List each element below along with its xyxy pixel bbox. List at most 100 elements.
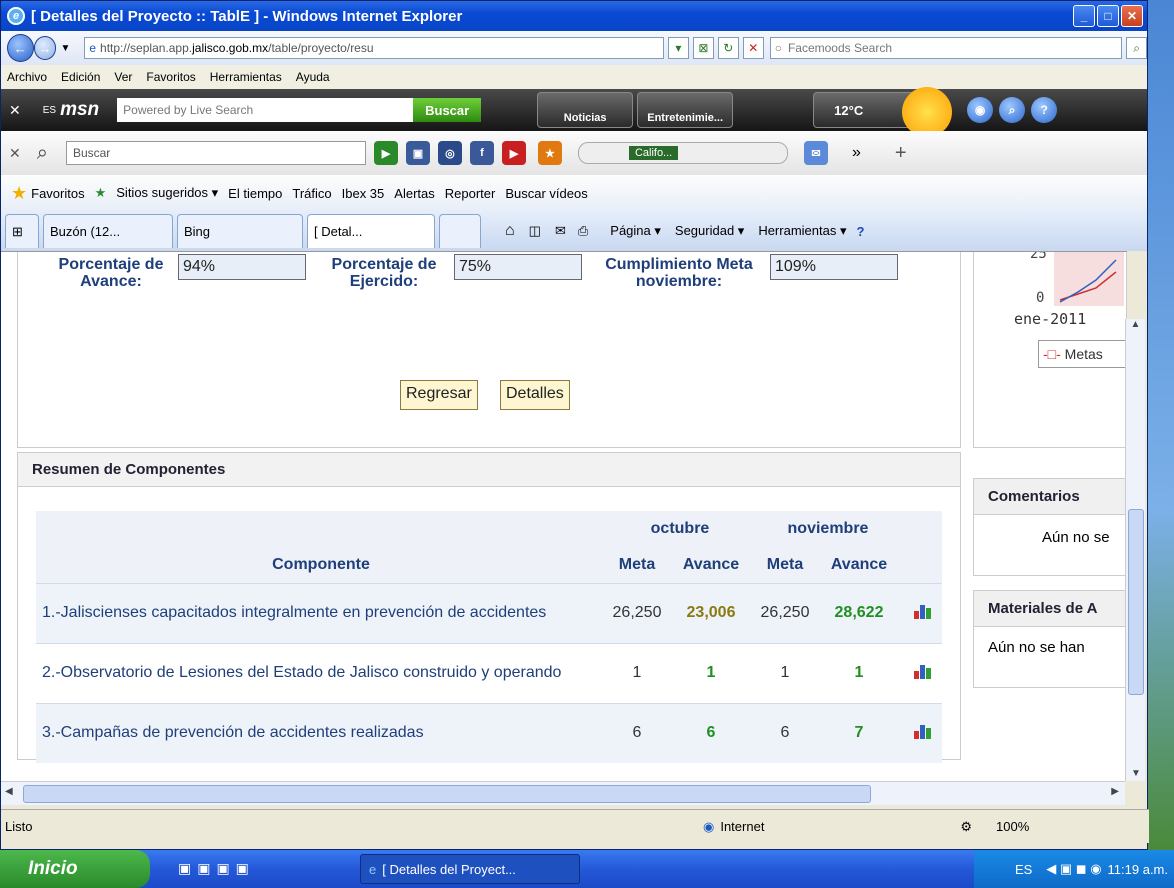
print-icon[interactable]: ⎙ [578,223,588,239]
bar-chart-icon[interactable] [913,663,931,679]
stop-icon[interactable]: ✕ [742,37,764,59]
vertical-scrollbar[interactable]: ▲ ▼ [1125,319,1145,781]
add-favorite-icon[interactable]: ★ [95,185,107,201]
toolbar-search-input[interactable]: Buscar [65,141,366,165]
tab-buzon[interactable]: Buzón (12... [43,214,173,248]
back-button[interactable]: ← [7,34,34,62]
command-pagina[interactable]: Página ▾ [610,223,661,239]
component-name[interactable]: 3.-Campañas de prevención de accidentes … [36,702,606,763]
weather-widget[interactable]: 12°C [813,87,953,137]
quick-tabs-icon[interactable]: ⊞ [5,214,39,248]
youtube-icon[interactable]: ▶ [501,141,526,165]
go-icon[interactable]: ▶ [373,141,398,165]
scroll-right-icon[interactable]: ▶ [1111,786,1119,797]
menu-herramientas[interactable]: Herramientas [210,70,282,84]
maximize-button[interactable]: □ [1097,5,1119,27]
radio-station: Califo... [628,146,679,160]
globe-icon[interactable]: ◉ [967,97,994,123]
fav-reporter[interactable]: Reporter [445,186,496,201]
menu-ayuda[interactable]: Ayuda [296,70,330,84]
title-bar[interactable]: e [ Detalles del Proyecto :: TablE ] - W… [1,1,1147,31]
component-name[interactable]: 2.-Observatorio de Lesiones del Estado d… [36,642,606,703]
command-herramientas[interactable]: Herramientas ▾ [758,223,846,239]
minimize-button[interactable]: _ [1073,5,1095,27]
chart-y0: 0 [1036,290,1045,306]
refresh-icon[interactable]: ↻ [717,37,739,59]
chat-icon[interactable]: ◎ [437,141,462,165]
bar-chart-icon[interactable] [913,603,931,619]
menu-ver[interactable]: Ver [114,70,132,84]
regresar-button[interactable]: Regresar [400,380,478,410]
scroll-down-icon[interactable]: ▼ [1126,768,1146,779]
zoom-level[interactable]: 100% [996,819,1029,834]
help-icon[interactable]: ? [1031,97,1058,123]
help-menu-icon[interactable]: ? [856,224,864,239]
msn-search-button[interactable]: Buscar [413,98,482,122]
search-circle-icon[interactable]: ⌕ [999,97,1026,123]
mail-icon[interactable]: ✉ [803,141,828,165]
col-oct-meta: Meta [606,547,668,583]
favorites-button[interactable]: Favoritos [31,186,84,201]
search-input[interactable]: ○ Facemoods Search [769,37,1123,59]
fav-buscar-videos[interactable]: Buscar vídeos [505,186,587,201]
facebook-icon[interactable]: f [469,141,494,165]
tab-detalles[interactable]: [ Detal... [307,214,435,248]
detalles-button[interactable]: Detalles [500,380,570,410]
add-icon[interactable]: + [895,142,907,165]
tray-icons[interactable]: ◀ ▣ ◼ ◉ [1046,861,1101,877]
comentarios-text: Aún no se [1042,529,1110,546]
fav-trafico[interactable]: Tráfico [292,186,331,201]
month-octubre: octubre [606,511,754,547]
language-indicator[interactable]: ES [1015,862,1032,877]
tab-bing[interactable]: Bing [177,214,303,248]
scroll-left-icon[interactable]: ◀ [5,786,13,797]
oct-avance: 1 [668,642,754,703]
comentarios-panel: Comentarios Aún no se [973,478,1127,576]
address-input[interactable]: e http://seplan.app. jalisco.gob.mx/table… [84,37,664,59]
address-dropdown-icon[interactable]: ▾ [667,37,689,59]
oct-meta: 26,250 [606,582,668,643]
favorites-star-icon[interactable]: ★ [11,183,27,204]
wrench-icon[interactable]: » [852,144,861,162]
search-go-icon[interactable]: ⌕ [1126,37,1148,59]
forward-button[interactable]: → [33,36,57,60]
feeds-icon[interactable]: ◫ [529,223,541,239]
close-button[interactable]: ✕ [1121,5,1143,27]
fav-alertas[interactable]: Alertas [394,186,434,201]
msn-logo[interactable]: msn [60,99,99,121]
horizontal-scrollbar[interactable]: ◀ ▶ [1,781,1125,805]
clock[interactable]: 11:19 a.m. [1108,862,1168,877]
scroll-up-icon[interactable]: ▲ [1126,319,1145,339]
entertainment-tab[interactable]: Entretenimie... [637,92,734,128]
component-name[interactable]: 1.-Jaliscienses capacitados integralment… [36,582,606,643]
close-toolbar-icon[interactable]: ✕ [9,102,21,119]
mail-read-icon[interactable]: ✉ [555,223,566,239]
screen-icon[interactable]: ▣ [405,141,430,165]
protected-mode-icon[interactable]: ⚙ [960,819,972,835]
table-row: 3.-Campañas de prevención de accidentes … [36,702,942,763]
menu-favoritos[interactable]: Favoritos [146,70,195,84]
menu-archivo[interactable]: Archivo [7,70,47,84]
news-tab[interactable]: Noticias [537,92,634,128]
bar-chart-icon[interactable] [913,723,931,739]
start-button[interactable]: Inicio [0,850,150,888]
history-dropdown-icon[interactable]: ▼ [60,43,70,54]
fav-tiempo[interactable]: El tiempo [228,186,282,201]
new-tab-button[interactable] [439,214,481,248]
msn-search-input[interactable]: Powered by Live Search [117,98,414,122]
radio-player[interactable]: Califo... [577,142,788,164]
menu-edicion[interactable]: Edición [61,70,100,84]
command-seguridad[interactable]: Seguridad ▾ [675,223,744,239]
vertical-scroll-thumb[interactable] [1128,509,1144,695]
fav-sitios[interactable]: Sitios sugeridos ▾ [116,185,218,201]
nov-avance: 28,622 [816,582,902,643]
taskbar-ie-item[interactable]: e [ Detalles del Proyect... [360,854,580,884]
fav-ibex[interactable]: Ibex 35 [342,186,385,201]
home-icon[interactable]: ⌂ [505,222,515,240]
quick-launch-icons[interactable]: ▣▣▣▣ [178,860,255,877]
compat-view-icon[interactable]: ⊠ [692,37,714,59]
horizontal-scroll-thumb[interactable] [23,785,871,803]
star-bookmark-icon[interactable]: ★ [537,141,562,165]
search-placeholder: Facemoods Search [787,41,892,55]
close-toolbar2-icon[interactable]: ✕ [9,145,21,162]
